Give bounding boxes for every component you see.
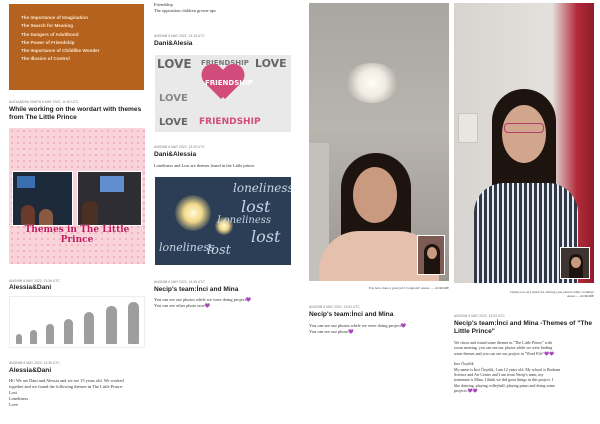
video-photo-girl-2[interactable] (454, 3, 594, 283)
post-meta: ANONIM 6 MAY 2022, 13:29 UTC (154, 145, 205, 149)
theme-item: The Power of Friendship (21, 39, 75, 45)
post-meta: ANONIM 6 MAY 2022, 13:45 UTC (154, 280, 205, 284)
person-shape (39, 209, 53, 225)
screen-shape (17, 176, 35, 188)
post-title[interactable]: While working on the wordart with themes… (9, 106, 147, 122)
post-image-evolution[interactable] (9, 296, 145, 348)
post-body: We chose and found some themes in "The L… (454, 340, 600, 394)
person-shape (82, 201, 98, 225)
post-title[interactable]: Alessia&Dani (9, 284, 147, 292)
post-body: Friendship The opposition children grown… (154, 2, 300, 14)
wordcloud-word: lost (251, 227, 281, 246)
figure-icon (128, 302, 139, 344)
wordcloud-word: lost (241, 197, 271, 216)
post-body: Loneliness and Lost are themes found in … (154, 163, 256, 168)
post-meta: ANONIM 6 MAY 2022, 13:52 UTC (309, 305, 360, 309)
post-caption: You have done a great job! Congrats!! Au… (368, 286, 449, 290)
figure-icon (84, 312, 94, 344)
figure-icon (16, 334, 22, 344)
wordcloud-word: lost (207, 243, 231, 258)
body-line: Love (9, 402, 19, 407)
themes-card[interactable]: The Importance of Imagination The Search… (9, 4, 144, 90)
glasses-shape (504, 123, 544, 133)
post-caption: Thank you very much for sharing your pho… (454, 290, 594, 299)
post-title[interactable]: Necip's team:İnci and Mina (309, 311, 449, 319)
shelf-shape (458, 113, 478, 143)
theme-item: The Illusion of Control (21, 56, 70, 62)
post-body: You can see our photos while we were doi… (154, 297, 302, 309)
body-line: projects.💜💜 (454, 388, 478, 394)
post-image-wordcloud-lonely[interactable]: loneliness lost Loneliness lost loneline… (155, 177, 291, 265)
post-title[interactable]: Necip's team:İnci and Mina (154, 286, 300, 294)
video-thumbnail[interactable] (417, 235, 445, 275)
post-meta: ANONIM 6 MAY 2022, 13:36 UTC (9, 279, 60, 283)
post-title[interactable]: Dani&Alesia (154, 40, 300, 48)
photo-right (77, 171, 142, 226)
wordcloud-word: FRIENDSHIP (205, 79, 253, 87)
theme-item: The Importance of Imagination (21, 15, 88, 20)
wordcloud-word: LOVE (159, 117, 188, 128)
person-shape (21, 205, 35, 225)
theme-item: The Dangers of Adulthood (21, 31, 79, 37)
post-meta: ALEXANDRA CIMITA 6 MAY 2022, 11:40 UTC (9, 100, 79, 104)
video-photo-girl-1[interactable] (309, 3, 449, 281)
post-body: Hi! We are Dani and Alessia and we are 1… (9, 378, 149, 408)
wordcloud-word: LOVE (159, 93, 188, 104)
post-meta: ANONIM 6 MAY 2022, 13:39 UTC (9, 361, 60, 365)
photo-left (12, 171, 73, 226)
figure-icon (30, 330, 37, 344)
face-shape (427, 247, 437, 259)
wordcloud-word: LOVE (255, 57, 287, 70)
lamp-light (175, 195, 211, 231)
figure-icon (46, 324, 54, 344)
image-title: Themes in The Little Prince (24, 225, 130, 245)
post-image-wordcloud-love[interactable]: LOVE FRIENDSHIP LOVE FRIENDSHIP LOVE FRI… (155, 55, 291, 132)
post-body: You can see our photos while we were doi… (309, 323, 449, 335)
post-title[interactable]: Necip's team:İnci and Mina -Themes of "T… (454, 320, 598, 336)
body-line: The opposition children grown-ups (154, 8, 216, 13)
screen-shape (100, 176, 124, 192)
post-image-themes[interactable]: Themes in The Little Prince (9, 128, 145, 264)
post-meta: ANONIM 6 MAY 2022, 13:53 UTC (454, 314, 505, 318)
body-line: You can see our photo💜 (309, 329, 354, 334)
post-title[interactable]: Alessia&Dani (9, 367, 147, 375)
ceiling-light (345, 63, 399, 103)
video-thumbnail[interactable] (560, 247, 590, 279)
wordcloud-word: LOVE (157, 57, 192, 71)
post-meta: ANONIM 6 MAY 2022, 13:15 UTC (154, 34, 205, 38)
figure-icon (106, 306, 117, 344)
body-line: You can see other photo now💜 (154, 303, 211, 308)
theme-item: The Importance of Childlike Wonder (21, 48, 100, 54)
wordcloud-word: Loneliness (217, 215, 272, 226)
face-shape (353, 167, 397, 223)
face-shape (502, 105, 546, 163)
theme-item: The Search for Meaning (21, 23, 74, 29)
wordcloud-word: loneliness (233, 181, 291, 195)
wordcloud-word: FRIENDSHIP (199, 117, 261, 127)
face-shape (571, 257, 581, 268)
post-title[interactable]: Dani&Alessia (154, 151, 300, 159)
figure-icon (64, 319, 73, 344)
caption-line: Aurea — AURORE (566, 294, 594, 299)
